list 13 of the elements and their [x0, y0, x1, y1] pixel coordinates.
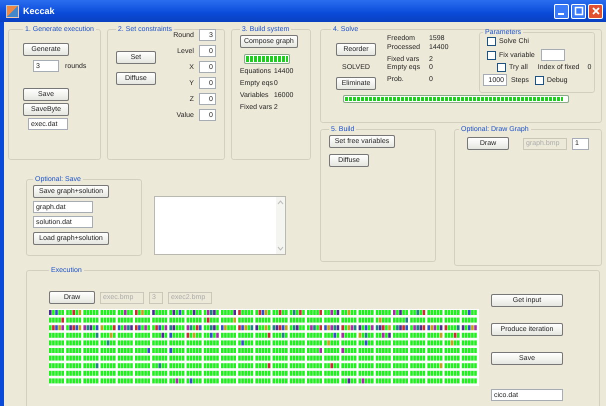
checkbox[interactable] [487, 37, 496, 46]
checkbox[interactable] [497, 63, 506, 72]
close-button[interactable] [588, 4, 603, 18]
app-icon [6, 4, 19, 18]
close-icon [590, 6, 600, 16]
maximize-button[interactable] [571, 4, 586, 18]
checkbox[interactable] [487, 50, 496, 60]
minimize-button[interactable] [554, 4, 569, 18]
window-title: Keccak [23, 6, 55, 16]
minimize-icon [558, 13, 564, 15]
fix-variable-field[interactable] [540, 49, 565, 61]
maximize-icon [574, 6, 584, 16]
checkbox[interactable] [534, 76, 544, 84]
